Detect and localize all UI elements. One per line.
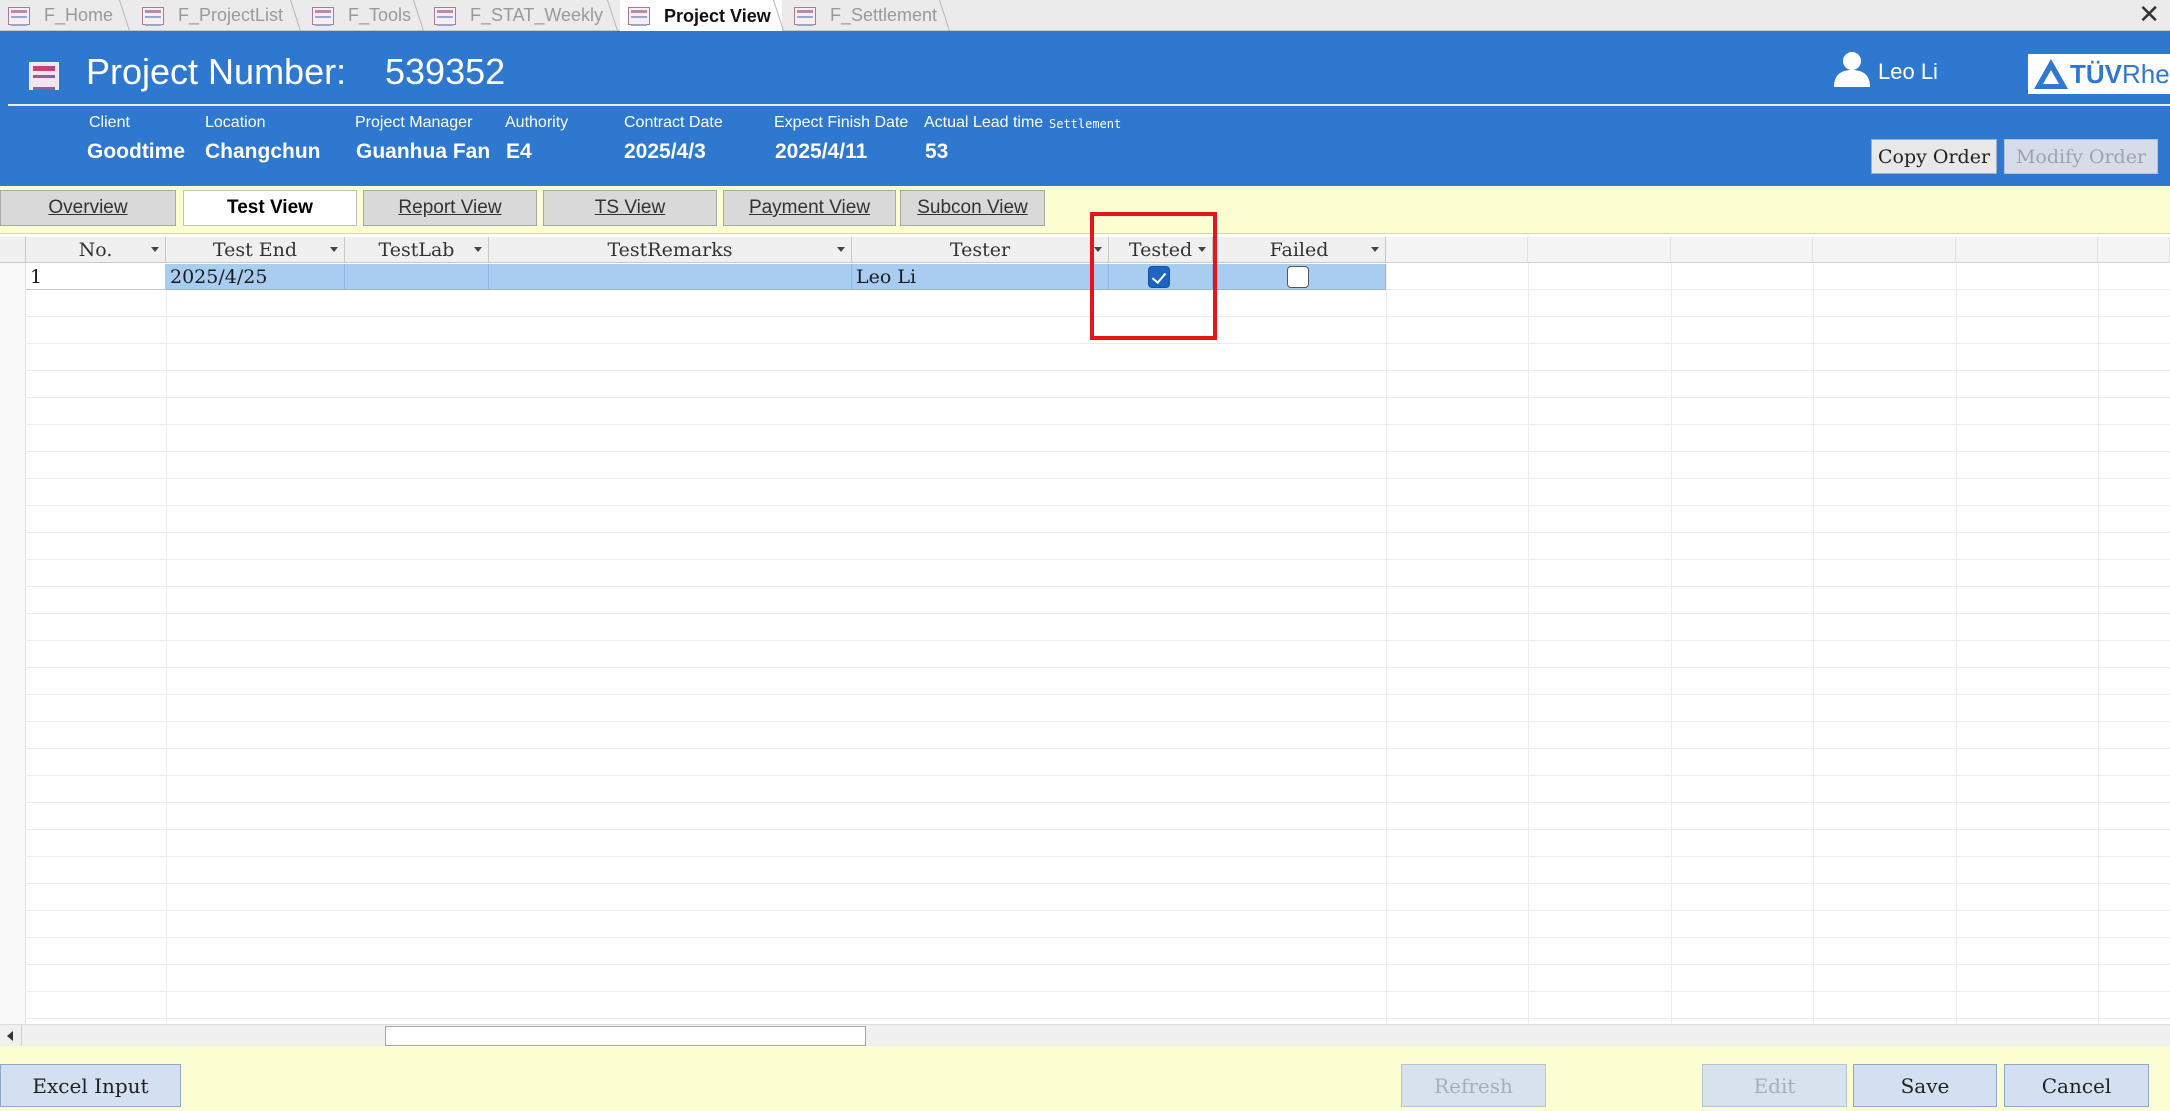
- actual-lead-time-label: Actual Lead time: [924, 114, 1044, 131]
- form-icon: [628, 7, 650, 26]
- page-title: Project Number:: [86, 51, 347, 92]
- cell-testremarks[interactable]: [489, 264, 852, 290]
- tab-f-settlement[interactable]: F_Settlement: [786, 0, 964, 31]
- tab-overview[interactable]: Overview: [0, 190, 176, 226]
- user-name: Leo Li: [1878, 59, 1938, 84]
- client-value: Goodtime: [87, 140, 185, 163]
- location-value: Changchun: [205, 140, 321, 163]
- tab-label: F_STAT_Weekly: [470, 5, 604, 25]
- cancel-button[interactable]: Cancel: [2004, 1064, 2149, 1107]
- scroll-left-arrow-icon[interactable]: [0, 1025, 22, 1047]
- dropdown-arrow-icon[interactable]: [330, 247, 338, 252]
- project-header: Project Number: 539352 Leo Li TÜVRheinla…: [0, 31, 2170, 186]
- form-icon: [142, 6, 164, 26]
- copy-order-button[interactable]: Copy Order: [1871, 139, 1997, 174]
- scroll-thumb[interactable]: [385, 1026, 866, 1046]
- settlement-label: Settlement: [1049, 117, 1122, 131]
- footer-toolbar: Excel Input Refresh Edit Save Cancel: [0, 1046, 2170, 1111]
- project-manager-label: Project Manager: [355, 114, 473, 131]
- dropdown-arrow-icon[interactable]: [474, 247, 482, 252]
- tab-label: Project View: [664, 5, 771, 26]
- location-label: Location: [205, 114, 266, 131]
- tab-test-view[interactable]: Test View: [183, 190, 357, 226]
- authority-label: Authority: [505, 114, 569, 131]
- edit-button[interactable]: Edit: [1702, 1064, 1847, 1107]
- tab-subcon-view[interactable]: Subcon View: [900, 190, 1045, 226]
- tab-label: F_Home: [44, 5, 114, 25]
- column-header-testremarks[interactable]: TestRemarks: [489, 237, 852, 263]
- column-header-test-end[interactable]: Test End: [166, 237, 345, 263]
- expect-finish-date-value: 2025/4/11: [775, 140, 868, 163]
- tab-project-view[interactable]: Project View: [620, 0, 798, 32]
- horizontal-scrollbar[interactable]: [0, 1024, 2170, 1047]
- highlight-annotation: [1090, 212, 1217, 340]
- save-button[interactable]: Save: [1853, 1064, 1997, 1107]
- failed-checkbox[interactable]: [1287, 266, 1309, 288]
- cell-test-end[interactable]: 2025/4/25: [166, 264, 345, 290]
- cell-testlab[interactable]: [345, 264, 489, 290]
- column-header-testlab[interactable]: TestLab: [345, 237, 489, 263]
- actual-lead-time-value: 53: [925, 140, 949, 163]
- tab-f-stat-weekly[interactable]: F_STAT_Weekly: [426, 0, 632, 31]
- cell-tester[interactable]: Leo Li: [852, 264, 1109, 290]
- tab-f-projectlist[interactable]: F_ProjectList: [134, 0, 315, 31]
- record-selector-column[interactable]: [0, 236, 26, 1024]
- tab-f-tools[interactable]: F_Tools: [304, 0, 438, 31]
- dropdown-arrow-icon[interactable]: [151, 247, 159, 252]
- form-icon: [8, 6, 30, 26]
- tab-f-home[interactable]: F_Home: [0, 0, 144, 31]
- excel-input-button[interactable]: Excel Input: [0, 1064, 181, 1107]
- test-datasheet: No. Test End TestLab TestRemarks Tester …: [0, 236, 2170, 1024]
- project-number: 539352: [385, 51, 506, 92]
- form-icon: [434, 6, 456, 26]
- cell-no[interactable]: 1: [26, 264, 166, 290]
- modify-order-button[interactable]: Modify Order: [2004, 139, 2158, 174]
- dropdown-arrow-icon[interactable]: [1371, 247, 1379, 252]
- select-all-corner[interactable]: [0, 237, 26, 263]
- cell-failed[interactable]: [1213, 264, 1386, 290]
- column-header-no[interactable]: No.: [26, 237, 166, 263]
- contract-date-value: 2025/4/3: [624, 140, 706, 163]
- tab-label: F_ProjectList: [178, 5, 284, 25]
- view-tab-bar: Overview Test View Report View TS View P…: [0, 186, 2170, 234]
- tuv-triangle-icon: [2034, 59, 2068, 89]
- document-tab-strip: F_Home F_ProjectList F_Tools F_STAT_Week…: [0, 0, 2170, 32]
- expect-finish-date-label: Expect Finish Date: [774, 114, 909, 131]
- project-manager-value: Guanhua Fan: [356, 140, 491, 163]
- refresh-button[interactable]: Refresh: [1401, 1064, 1546, 1107]
- client-label: Client: [89, 114, 130, 131]
- tab-label: F_Tools: [348, 5, 412, 25]
- dropdown-arrow-icon[interactable]: [837, 247, 845, 252]
- grid-lines: [26, 236, 2170, 1024]
- authority-value: E4: [506, 140, 532, 163]
- tab-label: F_Settlement: [830, 5, 938, 25]
- tab-ts-view[interactable]: TS View: [543, 190, 717, 226]
- form-icon: [794, 6, 816, 26]
- form-icon: [312, 6, 334, 26]
- column-header-tester[interactable]: Tester: [852, 237, 1109, 263]
- user-icon: [1834, 52, 1870, 87]
- header-divider: [8, 104, 2170, 106]
- tab-payment-view[interactable]: Payment View: [723, 190, 896, 226]
- close-icon[interactable]: ✕: [2138, 0, 2160, 31]
- tab-report-view[interactable]: Report View: [363, 190, 537, 226]
- tuv-logo: TÜVRheinland: [2028, 54, 2170, 94]
- form-icon: [29, 62, 59, 90]
- contract-date-label: Contract Date: [624, 114, 723, 131]
- column-header-failed[interactable]: Failed: [1213, 237, 1386, 263]
